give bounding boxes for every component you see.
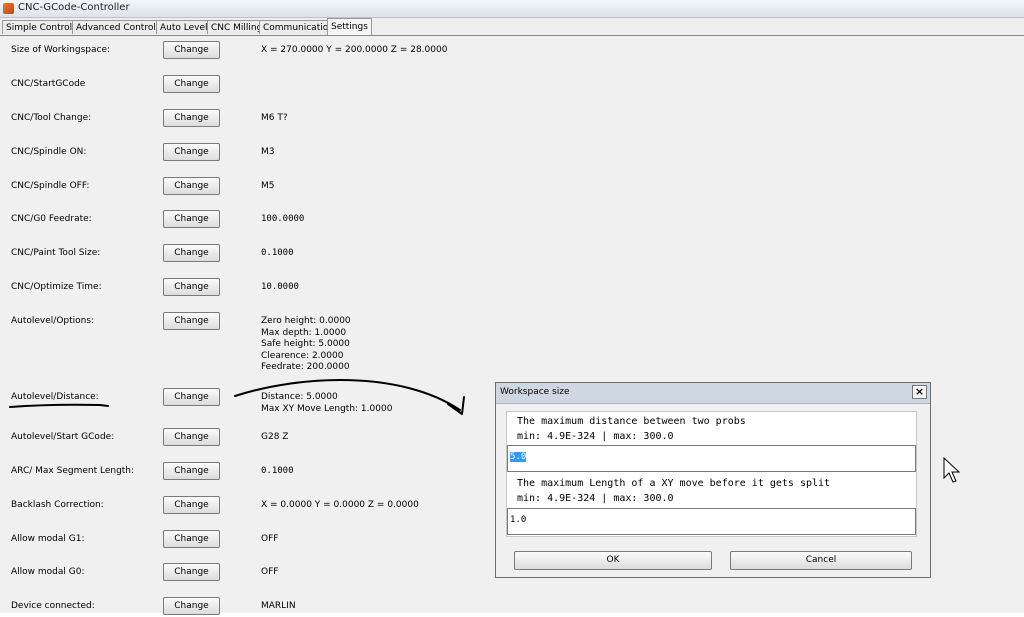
setting-row-g0-feedrate: CNC/G0 Feedrate: Change 100.0000 bbox=[0, 210, 1024, 230]
tab-strip: Simple Controls Advanced Controls Auto L… bbox=[0, 18, 1024, 36]
workspace-size-dialog: Workspace size × The maximum distance be… bbox=[495, 382, 931, 578]
setting-label: ARC/ Max Segment Length: bbox=[11, 466, 135, 476]
setting-value: X = 270.0000 Y = 200.0000 Z = 28.0000 bbox=[261, 45, 448, 55]
change-autolevel-start-gcode-button[interactable]: Change bbox=[163, 428, 220, 446]
length-input-value: 1.0 bbox=[510, 515, 527, 525]
setting-value: 0.1000 bbox=[261, 466, 294, 476]
change-autolevel-distance-button[interactable]: Change bbox=[163, 388, 220, 406]
setting-row-workingspace: Size of Workingspace: Change X = 270.000… bbox=[0, 41, 1024, 61]
setting-value: M5 bbox=[261, 181, 275, 191]
setting-row-autolevel-options: Autolevel/Options: Change Zero height: 0… bbox=[0, 312, 1024, 374]
setting-label: Autolevel/Start GCode: bbox=[11, 432, 115, 442]
change-workingspace-button[interactable]: Change bbox=[163, 41, 220, 59]
dialog-body: The maximum distance between two probs m… bbox=[506, 411, 917, 537]
setting-row-tool-change: CNC/Tool Change: Change M6 T? bbox=[0, 109, 1024, 129]
setting-label: Backlash Correction: bbox=[11, 500, 104, 510]
tab-advanced-controls[interactable]: Advanced Controls bbox=[72, 20, 165, 34]
setting-value: Zero height: 0.0000 Max depth: 1.0000 Sa… bbox=[261, 316, 351, 372]
setting-label: CNC/Spindle OFF: bbox=[11, 181, 90, 191]
setting-value: OFF bbox=[261, 567, 279, 577]
setting-row-paint-tool-size: CNC/Paint Tool Size: Change 0.1000 bbox=[0, 244, 1024, 264]
setting-row-spindle-on: CNC/Spindle ON: Change M3 bbox=[0, 143, 1024, 163]
setting-row-optimize-time: CNC/Optimize Time: Change 10.0000 bbox=[0, 278, 1024, 298]
ok-button[interactable]: OK bbox=[514, 551, 712, 570]
setting-label: CNC/G0 Feedrate: bbox=[11, 214, 92, 224]
setting-label: CNC/StartGCode bbox=[11, 79, 86, 89]
tab-settings[interactable]: Settings bbox=[327, 18, 372, 35]
length-range: min: 4.9E-324 | max: 300.0 bbox=[517, 493, 674, 504]
setting-label: Size of Workingspace: bbox=[11, 45, 111, 55]
setting-value: 10.0000 bbox=[261, 282, 299, 292]
change-optimize-time-button[interactable]: Change bbox=[163, 278, 220, 296]
setting-value: Distance: 5.0000 Max XY Move Length: 1.0… bbox=[261, 392, 393, 414]
distance-range: min: 4.9E-324 | max: 300.0 bbox=[517, 431, 674, 442]
setting-label: Allow modal G1: bbox=[11, 534, 85, 544]
change-autolevel-options-button[interactable]: Change bbox=[163, 312, 220, 330]
close-icon[interactable]: × bbox=[912, 385, 927, 399]
mouse-cursor-icon bbox=[943, 457, 960, 483]
change-g0-feedrate-button[interactable]: Change bbox=[163, 210, 220, 228]
setting-value: 0.1000 bbox=[261, 248, 294, 258]
dialog-title: Workspace size bbox=[500, 387, 570, 397]
cancel-button[interactable]: Cancel bbox=[730, 551, 912, 570]
tab-simple-controls[interactable]: Simple Controls bbox=[2, 20, 81, 34]
tab-cnc-milling[interactable]: CNC Milling bbox=[207, 20, 267, 34]
change-start-gcode-button[interactable]: Change bbox=[163, 75, 220, 93]
dialog-titlebar: Workspace size × bbox=[496, 383, 930, 404]
change-spindle-off-button[interactable]: Change bbox=[163, 177, 220, 195]
setting-value: 100.0000 bbox=[261, 214, 305, 224]
setting-label: Autolevel/Options: bbox=[11, 316, 95, 326]
setting-value: MARLIN bbox=[261, 601, 296, 611]
setting-row-device-connected: Device connected: Change MARLIN bbox=[0, 597, 1024, 617]
change-arc-max-segment-button[interactable]: Change bbox=[163, 462, 220, 480]
distance-input-value: 5.0 bbox=[510, 452, 527, 462]
change-spindle-on-button[interactable]: Change bbox=[163, 143, 220, 161]
window-titlebar: CNC-GCode-Controller bbox=[0, 0, 1024, 18]
setting-value: X = 0.0000 Y = 0.0000 Z = 0.0000 bbox=[261, 500, 419, 510]
change-paint-tool-size-button[interactable]: Change bbox=[163, 244, 220, 262]
change-tool-change-button[interactable]: Change bbox=[163, 109, 220, 127]
length-description: The maximum Length of a XY move before i… bbox=[517, 478, 831, 489]
window-title: CNC-GCode-Controller bbox=[18, 2, 130, 13]
setting-label: CNC/Paint Tool Size: bbox=[11, 248, 101, 258]
change-backlash-button[interactable]: Change bbox=[163, 496, 220, 514]
setting-value: OFF bbox=[261, 534, 279, 544]
setting-label: Autolevel/Distance: bbox=[11, 392, 99, 402]
setting-label: CNC/Spindle ON: bbox=[11, 147, 87, 157]
setting-value: G28 Z bbox=[261, 432, 289, 442]
distance-description: The maximum distance between two probs bbox=[517, 416, 746, 427]
tab-auto-level[interactable]: Auto Level bbox=[156, 20, 212, 34]
setting-value: M6 T? bbox=[261, 113, 288, 123]
java-app-icon bbox=[3, 3, 14, 14]
distance-input[interactable]: 5.0 bbox=[507, 445, 916, 472]
setting-row-start-gcode: CNC/StartGCode Change bbox=[0, 75, 1024, 95]
setting-label: Allow modal G0: bbox=[11, 567, 85, 577]
change-device-button[interactable]: Change bbox=[163, 597, 220, 615]
setting-row-spindle-off: CNC/Spindle OFF: Change M5 bbox=[0, 177, 1024, 197]
setting-label: CNC/Tool Change: bbox=[11, 113, 92, 123]
length-input[interactable]: 1.0 bbox=[507, 508, 916, 535]
setting-value: M3 bbox=[261, 147, 275, 157]
change-modal-g1-button[interactable]: Change bbox=[163, 530, 220, 548]
setting-label: Device connected: bbox=[11, 601, 95, 611]
change-modal-g0-button[interactable]: Change bbox=[163, 563, 220, 581]
setting-label: CNC/Optimize Time: bbox=[11, 282, 102, 292]
